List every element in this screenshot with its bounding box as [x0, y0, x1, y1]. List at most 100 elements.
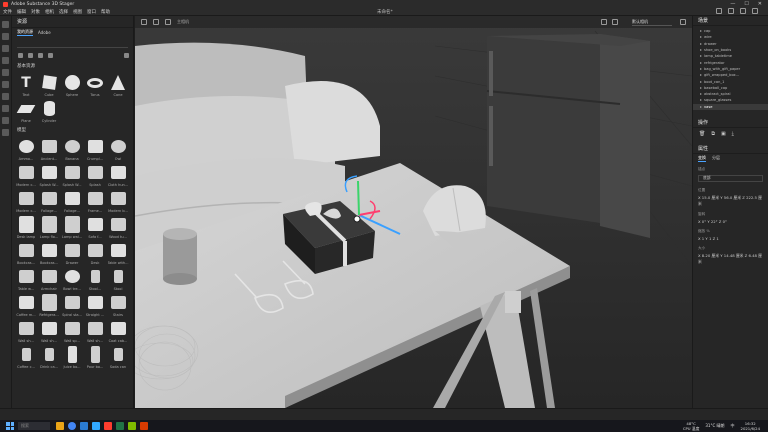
expand-arrow-icon[interactable] — [700, 74, 702, 77]
asset-torus[interactable]: Torus — [84, 73, 106, 97]
model-asset-item[interactable]: Wall sh... — [15, 319, 37, 343]
model-asset-item[interactable]: Refrigera... — [38, 293, 60, 317]
assets-search-input[interactable] — [17, 40, 128, 48]
model-asset-item[interactable]: Armchair — [38, 267, 60, 291]
expand-arrow-icon[interactable] — [700, 61, 702, 64]
asset-sphere[interactable]: Sphere — [61, 73, 83, 97]
close-icon[interactable]: ✕ — [758, 1, 762, 7]
model-asset-item[interactable]: Lamp flo... — [38, 215, 60, 239]
input-language[interactable]: 中 — [731, 423, 735, 429]
expand-arrow-icon[interactable] — [700, 42, 702, 45]
model-asset-item[interactable]: Juice bo... — [61, 345, 83, 369]
model-asset-item[interactable]: Straight ... — [84, 293, 106, 317]
menu-select[interactable]: 选择 — [59, 9, 68, 15]
frame-icon[interactable] — [601, 19, 607, 25]
can-model[interactable] — [163, 228, 197, 285]
expand-arrow-icon[interactable] — [700, 55, 702, 58]
menu-help[interactable]: 帮助 — [101, 9, 110, 15]
model-asset-item[interactable]: Modern c... — [15, 163, 37, 187]
model-asset-item[interactable]: Foliage... — [61, 189, 83, 213]
model-asset-item[interactable]: Coat cab... — [107, 319, 129, 343]
filter-image-icon[interactable] — [48, 53, 53, 58]
refrigerator-model[interactable] — [486, 34, 650, 238]
asset-plane[interactable]: Plane — [15, 99, 37, 123]
model-asset-item[interactable]: Table w... — [15, 267, 37, 291]
model-asset-item[interactable]: Frame... — [84, 189, 106, 213]
scale-values[interactable]: X 1 Y 1 Z 1 — [693, 235, 768, 242]
filter-all-icon[interactable] — [18, 53, 23, 58]
model-asset-item[interactable]: Crumpl... — [84, 137, 106, 161]
filter-model-icon[interactable] — [28, 53, 33, 58]
asset-text[interactable]: T Text — [15, 73, 37, 98]
expand-arrow-icon[interactable] — [700, 67, 702, 70]
viewport-settings-icon[interactable] — [680, 19, 686, 25]
model-asset-item[interactable]: Wall sh... — [38, 319, 60, 343]
pan-icon[interactable] — [153, 19, 159, 25]
model-asset-item[interactable]: Banana — [61, 137, 83, 161]
scale-tool-icon[interactable] — [2, 57, 9, 64]
model-asset-item[interactable]: Splash W... — [61, 163, 83, 187]
model-asset-item[interactable]: Owl — [107, 137, 129, 161]
model-asset-item[interactable]: Wood tu... — [107, 215, 129, 239]
model-asset-item[interactable]: Drink ca... — [38, 345, 60, 369]
viewport[interactable]: 主相机 默认相机 — [135, 16, 692, 408]
size-values[interactable]: X 8.20 厘米 Y 14.48 厘米 Z 6.48 厘米 — [693, 252, 768, 266]
expand-arrow-icon[interactable] — [700, 99, 702, 102]
expand-arrow-icon[interactable] — [700, 30, 702, 33]
share-icon[interactable] — [728, 8, 734, 14]
tab-layers[interactable]: 分层 — [712, 155, 720, 161]
minimize-icon[interactable]: — — [730, 1, 735, 7]
menu-window[interactable]: 窗口 — [87, 9, 96, 15]
model-asset-item[interactable]: Stairs — [107, 293, 129, 317]
rotate-tool-icon[interactable] — [2, 45, 9, 52]
tab-adobe[interactable]: Adobe — [38, 30, 51, 35]
menu-camera[interactable]: 相机 — [45, 9, 54, 15]
expand-arrow-icon[interactable] — [700, 105, 702, 108]
delete-icon[interactable]: 🗑 — [699, 131, 705, 137]
light-tool-icon[interactable] — [2, 81, 9, 88]
weather[interactable]: 31°C 晴朗 — [705, 423, 724, 429]
edge-app-icon[interactable] — [80, 422, 88, 430]
grid-view-icon[interactable] — [124, 53, 129, 58]
model-asset-item[interactable]: Modern c... — [15, 189, 37, 213]
model-asset-item[interactable]: Wall sp... — [61, 319, 83, 343]
model-asset-item[interactable]: Stool... — [84, 267, 106, 291]
model-asset-item[interactable]: Splash — [84, 163, 106, 187]
model-asset-item[interactable]: Drawer — [61, 241, 83, 265]
asset-cone[interactable]: Cone — [107, 73, 129, 97]
model-asset-item[interactable]: Cloth hun... — [107, 163, 129, 187]
model-asset-item[interactable]: Desk — [84, 241, 106, 265]
pin-tool-icon[interactable] — [2, 117, 9, 124]
camera-tool-icon[interactable] — [2, 69, 9, 76]
model-asset-item[interactable]: Pour bo... — [84, 345, 106, 369]
menu-object[interactable]: 对象 — [31, 9, 40, 15]
model-asset-item[interactable]: Bookcas... — [38, 241, 60, 265]
explorer-app-icon[interactable] — [56, 422, 64, 430]
model-asset-item[interactable]: Soda can — [107, 345, 129, 369]
model-asset-item[interactable]: Bowl tre... — [61, 267, 83, 291]
drop-icon[interactable]: ⤓ — [732, 131, 734, 137]
anchor-select[interactable]: 底部 — [698, 174, 763, 182]
orbit-icon[interactable] — [141, 19, 147, 25]
rotation-values[interactable]: X 0° Y 22° Z 0° — [693, 218, 768, 225]
stager-app-icon[interactable] — [104, 422, 112, 430]
expand-arrow-icon[interactable] — [700, 36, 702, 39]
model-asset-item[interactable]: Wall sh... — [84, 319, 106, 343]
expand-arrow-icon[interactable] — [700, 86, 702, 89]
chrome-app-icon[interactable] — [68, 422, 76, 430]
camera-icon[interactable] — [165, 19, 171, 25]
model-asset-item[interactable]: Desk lamp — [15, 215, 37, 239]
outline-item[interactable]: vase — [693, 103, 768, 110]
menu-view[interactable]: 视图 — [73, 9, 82, 15]
model-asset-item[interactable]: Splash W... — [38, 163, 60, 187]
model-asset-item[interactable]: Sofa f... — [84, 215, 106, 239]
expand-arrow-icon[interactable] — [700, 80, 702, 83]
export-icon[interactable] — [740, 8, 746, 14]
camera-select[interactable]: 默认相机 — [632, 19, 672, 26]
model-asset-item[interactable]: Spiral sta... — [61, 293, 83, 317]
app-icon-green[interactable] — [128, 422, 136, 430]
excel-app-icon[interactable] — [116, 422, 124, 430]
expand-arrow-icon[interactable] — [700, 49, 702, 52]
model-asset-item[interactable]: Lamp wal... — [61, 215, 83, 239]
filter-material-icon[interactable] — [38, 53, 43, 58]
